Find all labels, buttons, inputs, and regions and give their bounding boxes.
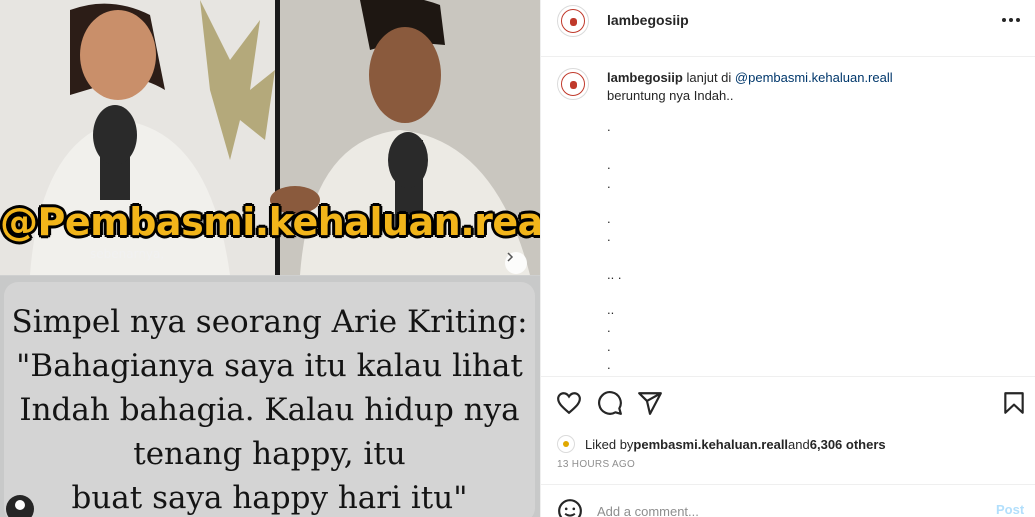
post-comment-button[interactable]: Post [996, 502, 1024, 517]
caption-mention[interactable]: @pembasmi.kehaluan.reall [735, 70, 893, 85]
likes-and: and [788, 436, 810, 452]
caption-avatar[interactable] [557, 68, 589, 100]
quote-line: "Bahagianya saya itu kalau lihat [16, 348, 523, 384]
likes-others[interactable]: 6,306 others [810, 437, 886, 452]
overlay-handle-text: @Pembasmi.kehaluan.reall [0, 200, 540, 244]
avatar-logo-figure [570, 81, 577, 89]
caption-filler-line: . [607, 157, 611, 172]
more-icon[interactable] [996, 10, 1026, 30]
share-icon[interactable] [637, 390, 663, 416]
caption-filler-line: . [607, 211, 611, 226]
quote-line: Indah bahagia. Kalau hidup nya [19, 392, 520, 428]
quote-line: Simpel nya seorang Arie Kriting: [11, 304, 528, 340]
action-bar [541, 385, 1035, 421]
post-photo: @Pembasmi.kehaluan.reall sebenarnya, [0, 0, 540, 275]
tagged-user-icon[interactable] [6, 495, 34, 517]
caption-filler-line: . [607, 119, 611, 134]
comment-icon[interactable] [597, 390, 623, 416]
post-side-panel: lambegosiip lambegosiip lanjut di @pemba… [540, 0, 1035, 517]
comment-bar: Post [541, 484, 1035, 517]
post-timestamp[interactable]: 13 HOURS AGO [557, 459, 635, 470]
caption-filler-line: . [607, 320, 611, 335]
caption-area: lambegosiip lanjut di @pembasmi.kehaluan… [541, 57, 1035, 377]
more-dot [1016, 18, 1020, 22]
header-username[interactable]: lambegosiip [607, 12, 689, 28]
post-header: lambegosiip [541, 0, 1035, 57]
caption-filler-line: . [607, 176, 611, 191]
caption-text: lambegosiip lanjut di @pembasmi.kehaluan… [607, 69, 1017, 105]
avatar-logo-figure [570, 18, 577, 26]
video-subtitle: sebenarnya, [90, 247, 165, 261]
caption-filler-line: . [607, 229, 611, 244]
emoji-icon[interactable] [557, 498, 583, 517]
chevron-right-icon [507, 252, 514, 262]
bookmark-icon[interactable] [1001, 390, 1027, 416]
likes-row: Liked by pembasmi.kehaluan.reall and 6,3… [557, 434, 886, 454]
caption-username[interactable]: lambegosiip [607, 70, 683, 85]
likes-user[interactable]: pembasmi.kehaluan.reall [633, 437, 788, 452]
caption-filler-line: .. . [607, 267, 622, 282]
quote-text: Simpel nya seorang Arie Kriting: "Bahagi… [4, 300, 535, 517]
next-media-button[interactable] [505, 252, 527, 274]
more-dot [1002, 18, 1006, 22]
post-media: @Pembasmi.kehaluan.reall sebenarnya, Sim… [0, 0, 540, 517]
liker-avatar[interactable] [557, 435, 575, 453]
heart-icon[interactable] [556, 390, 582, 416]
caption-line-2: beruntung nya Indah.. [607, 88, 734, 103]
quote-line: buat saya happy hari itu" [71, 480, 468, 516]
more-dot [1009, 18, 1013, 22]
caption-filler-line: .. [607, 302, 615, 317]
caption-filler-line: . [607, 339, 611, 354]
avatar[interactable] [557, 5, 589, 37]
caption-filler-line: . [607, 357, 611, 372]
comment-input[interactable] [597, 502, 977, 517]
caption-text-before: lanjut di [682, 70, 735, 85]
quote-line: tenang happy, itu [133, 436, 406, 472]
likes-prefix: Liked by [585, 436, 634, 452]
